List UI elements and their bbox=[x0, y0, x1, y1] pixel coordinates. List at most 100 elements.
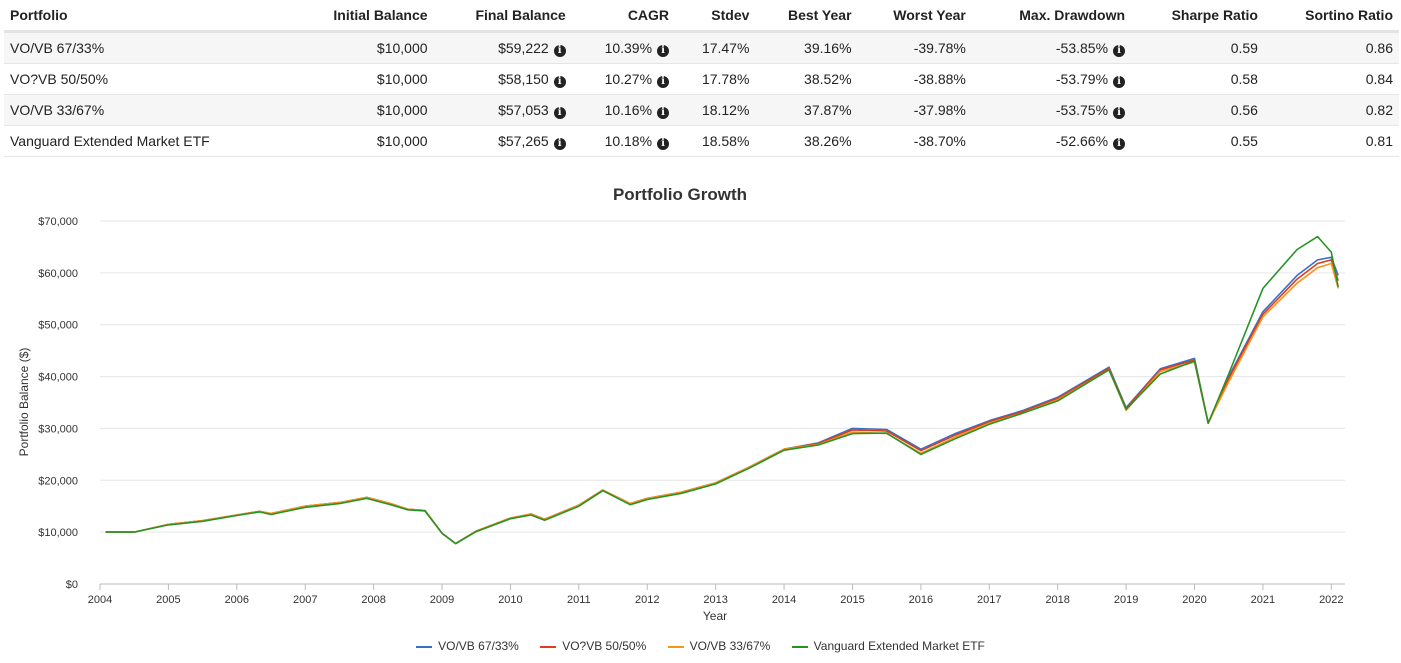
gridlines bbox=[100, 220, 1345, 585]
cell-best-year: 37.87% bbox=[755, 94, 858, 126]
legend-item-vo-vb-50-50[interactable]: VO?VB 50/50% bbox=[540, 639, 646, 653]
x-tick-label: 2021 bbox=[1251, 594, 1275, 606]
value: -53.85% bbox=[1055, 39, 1109, 56]
table-row: VO/VB 33/67% $10,000 $57,053 10.16% 18.1… bbox=[4, 94, 1399, 126]
cell-sharpe-ratio: 0.55 bbox=[1131, 125, 1264, 157]
cell-max-drawdown: -53.85% bbox=[971, 31, 1132, 64]
series-lines bbox=[105, 235, 1339, 545]
info-icon[interactable] bbox=[1113, 44, 1126, 57]
series-line-2 bbox=[105, 262, 1339, 545]
legend-label: Vanguard Extended Market ETF bbox=[813, 639, 985, 653]
col-header-final-balance[interactable]: Final Balance bbox=[433, 0, 572, 33]
col-header-portfolio[interactable]: Portfolio bbox=[4, 0, 291, 33]
cell-max-drawdown: -52.66% bbox=[971, 125, 1132, 157]
cell-worst-year: -38.70% bbox=[857, 125, 972, 157]
cell-sharpe-ratio: 0.56 bbox=[1131, 94, 1264, 126]
cell-stdev: 18.58% bbox=[675, 125, 756, 157]
table-row: VO?VB 50/50% $10,000 $58,150 10.27% 17.7… bbox=[4, 63, 1399, 95]
x-tick-label: 2016 bbox=[909, 594, 933, 606]
cell-cagr: 10.27% bbox=[571, 63, 676, 95]
cell-initial-balance: $10,000 bbox=[290, 125, 434, 157]
cell-sortino-ratio: 0.82 bbox=[1263, 94, 1399, 126]
cell-sharpe-ratio: 0.59 bbox=[1131, 31, 1264, 64]
col-header-initial-balance[interactable]: Initial Balance bbox=[290, 0, 434, 33]
x-tick-label: 2012 bbox=[635, 594, 659, 606]
legend-label: VO?VB 50/50% bbox=[562, 639, 647, 653]
x-tick-label: 2022 bbox=[1319, 594, 1343, 606]
x-tick-label: 2014 bbox=[772, 594, 796, 606]
cell-final-balance: $59,222 bbox=[433, 31, 572, 64]
legend-item-vo-vb-67-33[interactable]: VO/VB 67/33% bbox=[416, 639, 519, 653]
info-icon[interactable] bbox=[553, 44, 566, 57]
cell-portfolio: VO/VB 33/67% bbox=[4, 94, 291, 126]
x-tick-label: 2017 bbox=[977, 594, 1001, 606]
value: 10.16% bbox=[604, 101, 653, 118]
y-tick-label: $60,000 bbox=[38, 268, 78, 280]
cell-stdev: 17.78% bbox=[675, 63, 756, 95]
y-tick-label: $30,000 bbox=[38, 423, 78, 435]
col-header-best-year[interactable]: Best Year bbox=[755, 0, 858, 33]
y-tick-label: $70,000 bbox=[38, 216, 78, 228]
legend-swatch bbox=[416, 645, 433, 648]
cell-stdev: 17.47% bbox=[675, 31, 756, 64]
cell-stdev: 18.12% bbox=[675, 94, 756, 126]
info-icon[interactable] bbox=[657, 137, 670, 150]
info-icon[interactable] bbox=[553, 106, 566, 119]
chart-legend: VO/VB 67/33% VO?VB 50/50% VO/VB 33/67% V… bbox=[0, 639, 1401, 653]
y-tick-label: $50,000 bbox=[38, 320, 78, 332]
x-axis-ticks: 2004 2005 2006 2007 2008 2009 2010 2011 2012 2013… bbox=[88, 584, 1344, 606]
series-line-3 bbox=[105, 235, 1339, 545]
x-tick-label: 2011 bbox=[567, 594, 591, 606]
x-axis-title: Year bbox=[703, 609, 727, 623]
cell-best-year: 38.26% bbox=[755, 125, 858, 157]
col-header-sharpe-ratio[interactable]: Sharpe Ratio bbox=[1131, 0, 1264, 33]
x-tick-label: 2007 bbox=[293, 594, 317, 606]
table-row: VO/VB 67/33% $10,000 $59,222 10.39% 17.4… bbox=[4, 31, 1399, 64]
series-line-0 bbox=[105, 256, 1339, 545]
value: $57,265 bbox=[498, 132, 549, 149]
y-tick-label: $20,000 bbox=[38, 475, 78, 487]
info-icon[interactable] bbox=[657, 106, 670, 119]
col-header-stdev[interactable]: Stdev bbox=[675, 0, 756, 33]
x-tick-label: 2015 bbox=[840, 594, 864, 606]
cell-final-balance: $58,150 bbox=[433, 63, 572, 95]
legend-item-extended-market-etf[interactable]: Vanguard Extended Market ETF bbox=[791, 639, 985, 653]
cell-initial-balance: $10,000 bbox=[290, 94, 434, 126]
cell-worst-year: -39.78% bbox=[857, 31, 972, 64]
x-tick-label: 2019 bbox=[1114, 594, 1138, 606]
info-icon[interactable] bbox=[1113, 106, 1126, 119]
col-header-max-drawdown[interactable]: Max. Drawdown bbox=[971, 0, 1132, 33]
value: -53.79% bbox=[1055, 70, 1109, 87]
cell-portfolio: VO/VB 67/33% bbox=[4, 31, 291, 64]
legend-item-vo-vb-33-67[interactable]: VO/VB 33/67% bbox=[667, 639, 770, 653]
info-icon[interactable] bbox=[553, 75, 566, 88]
value: -52.66% bbox=[1055, 132, 1109, 149]
info-icon[interactable] bbox=[1113, 75, 1126, 88]
info-icon[interactable] bbox=[1113, 137, 1126, 150]
cell-worst-year: -38.88% bbox=[857, 63, 972, 95]
cell-sharpe-ratio: 0.58 bbox=[1131, 63, 1264, 95]
series-line-1 bbox=[105, 259, 1339, 545]
cell-best-year: 39.16% bbox=[755, 31, 858, 64]
col-header-cagr[interactable]: CAGR bbox=[571, 0, 676, 33]
info-icon[interactable] bbox=[657, 75, 670, 88]
value: -53.75% bbox=[1055, 101, 1109, 118]
info-icon[interactable] bbox=[657, 44, 670, 57]
cell-sortino-ratio: 0.81 bbox=[1263, 125, 1399, 157]
table-header-row: Portfolio Initial Balance Final Balance … bbox=[4, 0, 1399, 33]
col-header-worst-year[interactable]: Worst Year bbox=[857, 0, 972, 33]
legend-swatch bbox=[540, 645, 557, 648]
cell-initial-balance: $10,000 bbox=[290, 31, 434, 64]
x-tick-label: 2008 bbox=[361, 594, 385, 606]
x-tick-label: 2004 bbox=[88, 594, 112, 606]
y-tick-label: $10,000 bbox=[38, 527, 78, 539]
cell-max-drawdown: -53.75% bbox=[971, 94, 1132, 126]
col-header-sortino-ratio[interactable]: Sortino Ratio bbox=[1263, 0, 1399, 33]
cell-portfolio: VO?VB 50/50% bbox=[4, 63, 291, 95]
info-icon[interactable] bbox=[553, 137, 566, 150]
value: $59,222 bbox=[498, 39, 549, 56]
y-tick-label: $40,000 bbox=[38, 372, 78, 384]
cell-portfolio: Vanguard Extended Market ETF bbox=[4, 125, 291, 157]
cell-final-balance: $57,265 bbox=[433, 125, 572, 157]
cell-max-drawdown: -53.79% bbox=[971, 63, 1132, 95]
